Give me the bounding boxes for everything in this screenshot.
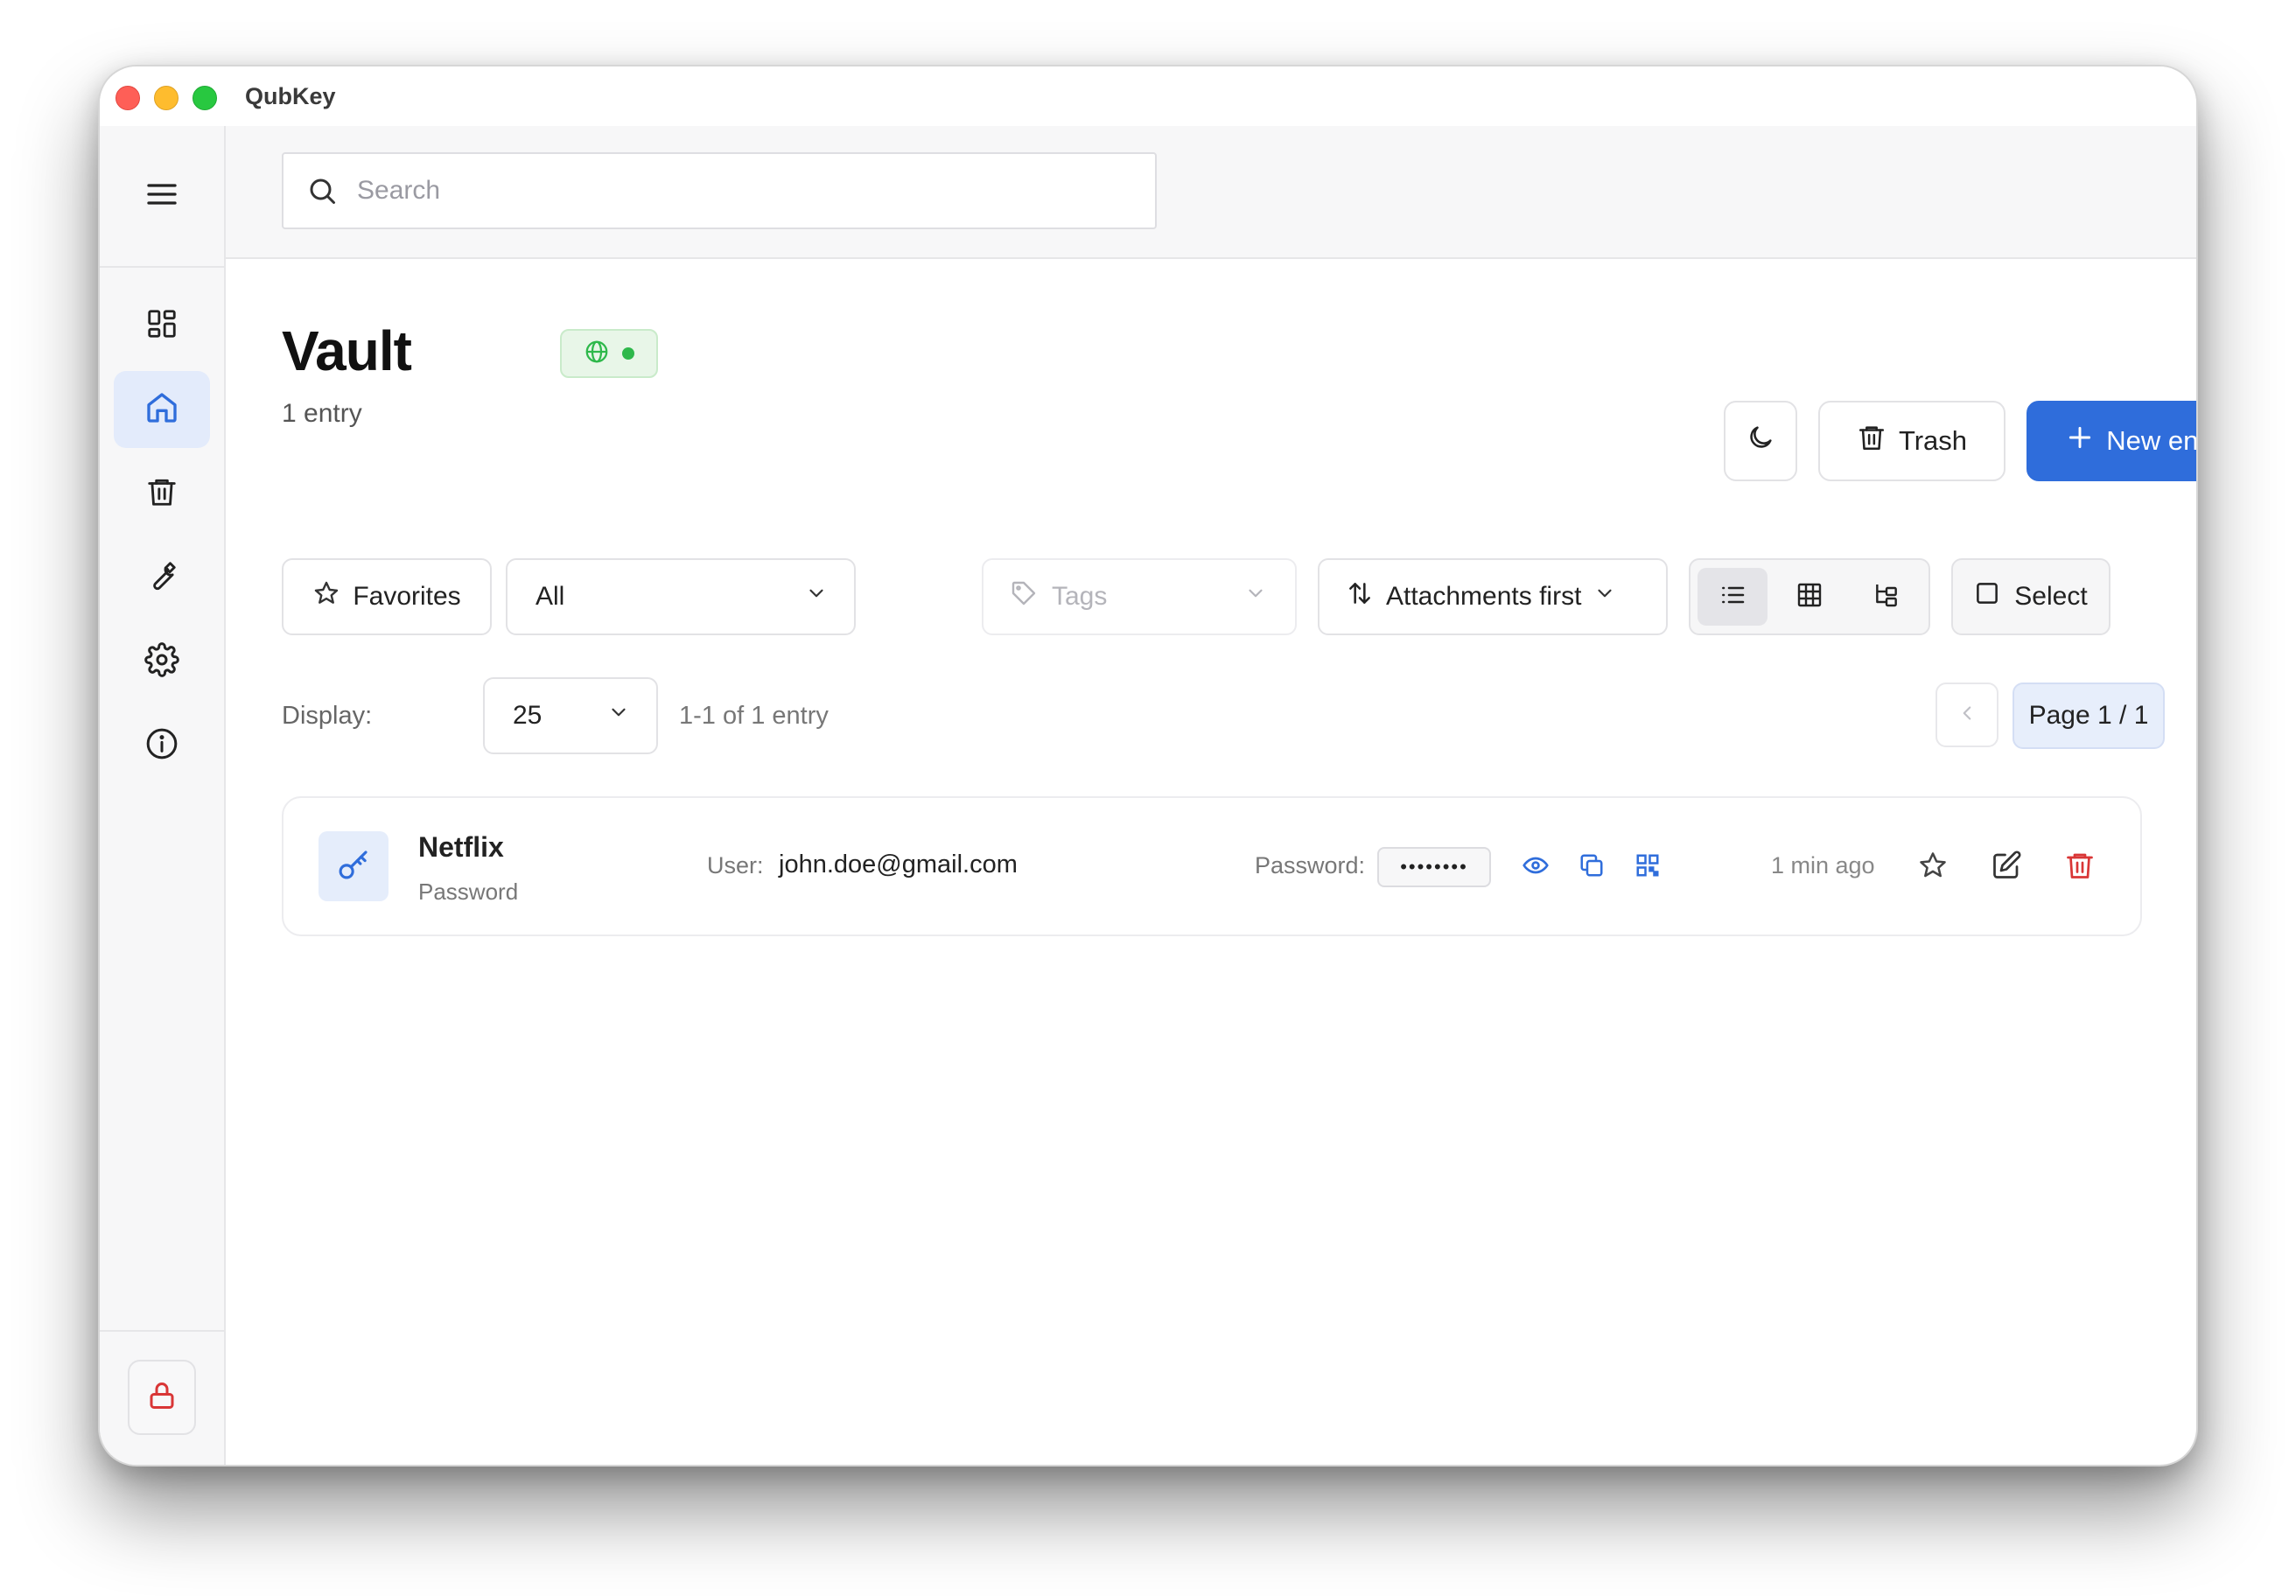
close-window-button[interactable] [116, 86, 140, 110]
search-box[interactable] [282, 152, 1157, 229]
user-label: User: [707, 852, 764, 878]
key-icon [335, 846, 372, 887]
maximize-window-button[interactable] [192, 86, 217, 110]
page-title: Vault [282, 319, 412, 382]
copy-icon [1578, 852, 1605, 883]
select-label: Select [2014, 582, 2088, 611]
select-mode-button[interactable]: Select [1951, 558, 2110, 635]
theme-toggle-button[interactable] [1724, 401, 1797, 481]
chevron-down-icon [1244, 582, 1267, 612]
page-size-value: 25 [513, 701, 542, 730]
tree-view-button[interactable] [1852, 568, 1922, 626]
category-select[interactable]: All [506, 558, 856, 635]
password-label: Password: [1255, 852, 1366, 878]
edit-icon [1991, 850, 2022, 886]
page-indicator: Page 1 / 1 [2012, 682, 2165, 749]
grid-icon [145, 307, 178, 345]
trash-icon [2064, 850, 2096, 886]
trash-icon [1857, 423, 1886, 459]
sidebar-footer [100, 1330, 224, 1465]
plus-icon [2066, 424, 2094, 458]
display-label: Display: [282, 702, 373, 730]
new-entry-button[interactable]: New entry [2026, 401, 2198, 481]
tag-icon [1010, 579, 1038, 614]
edit-entry-button[interactable] [1986, 847, 2026, 887]
globe-icon [584, 339, 610, 369]
tree-icon [1872, 581, 1900, 613]
home-icon [144, 390, 179, 430]
sidebar-item-about[interactable] [114, 707, 210, 784]
list-icon [1718, 581, 1746, 613]
delete-entry-button[interactable] [2060, 847, 2100, 887]
chevron-down-icon [607, 701, 630, 731]
trash-icon [145, 475, 178, 513]
sidebar [100, 126, 226, 1465]
top-bar [226, 126, 2196, 259]
sidebar-item-tools[interactable] [114, 539, 210, 616]
tags-placeholder: Tags [1052, 582, 1108, 611]
entry-name: Netflix [418, 831, 504, 863]
star-icon [312, 579, 340, 614]
table-icon [1796, 581, 1824, 613]
sidebar-item-dashboard[interactable] [114, 287, 210, 364]
sidebar-item-trash[interactable] [114, 455, 210, 532]
menu-icon[interactable] [144, 177, 179, 216]
app-title: QubKey [245, 83, 336, 109]
sidebar-item-home[interactable] [114, 371, 210, 448]
search-icon [306, 175, 338, 206]
previous-page-button[interactable] [1936, 682, 1998, 747]
gear-icon [144, 641, 179, 682]
trash-button[interactable]: Trash [1818, 401, 2006, 481]
info-icon [144, 726, 179, 766]
chevron-down-icon [805, 582, 828, 612]
checkbox-icon [1974, 580, 2000, 613]
new-entry-label: New entry [2106, 425, 2198, 456]
trash-button-label: Trash [1898, 425, 1968, 456]
copy-password-button[interactable] [1575, 850, 1608, 884]
entry-card[interactable]: Netflix Password User: john.doe@gmail.co… [282, 796, 2142, 936]
result-range: 1-1 of 1 entry [679, 702, 829, 730]
sidebar-item-settings[interactable] [114, 623, 210, 700]
category-value: All [536, 582, 565, 611]
favorite-entry-button[interactable] [1913, 847, 1953, 887]
entry-updated-time: 1 min ago [1771, 852, 1875, 878]
list-view-button[interactable] [1698, 568, 1768, 626]
favorites-label: Favorites [353, 582, 461, 611]
table-view-button[interactable] [1774, 568, 1844, 626]
chevron-left-icon [1956, 702, 1978, 729]
favorites-filter-button[interactable]: Favorites [282, 558, 492, 635]
user-value[interactable]: john.doe@gmail.com [779, 850, 1018, 879]
reveal-password-button[interactable] [1519, 850, 1552, 884]
entry-type-badge [318, 831, 388, 901]
eye-icon [1522, 851, 1550, 884]
view-mode-switcher [1689, 558, 1930, 635]
sort-label: Attachments first [1386, 582, 1582, 611]
page-size-select[interactable]: 25 [483, 677, 658, 754]
connection-status-badge [560, 329, 658, 378]
app-window: QubKey Search Vault 1 entry Trash New en… [98, 65, 2198, 1466]
moon-icon [1746, 423, 1775, 459]
minimize-window-button[interactable] [154, 86, 178, 110]
sort-arrows-icon [1346, 579, 1374, 614]
lock-vault-button[interactable] [128, 1360, 196, 1435]
online-dot [622, 347, 634, 360]
entry-count: 1 entry [282, 399, 362, 428]
chevron-down-icon [1593, 582, 1616, 612]
sidebar-header [100, 126, 224, 268]
star-icon [1917, 850, 1949, 886]
password-masked-field[interactable]: •••••••• [1377, 847, 1491, 887]
sort-select[interactable]: Attachments first [1318, 558, 1668, 635]
search-input[interactable] [355, 175, 1125, 206]
entry-type: Password [418, 878, 519, 905]
tags-select[interactable]: Tags [982, 558, 1297, 635]
lock-icon [146, 1380, 178, 1416]
qr-code-button[interactable] [1631, 850, 1664, 884]
wrench-icon [145, 559, 178, 597]
qr-code-icon [1634, 852, 1661, 883]
main-content: Vault 1 entry Trash New en Favorites All… [226, 259, 2196, 1465]
title-bar: QubKey [100, 66, 2196, 126]
